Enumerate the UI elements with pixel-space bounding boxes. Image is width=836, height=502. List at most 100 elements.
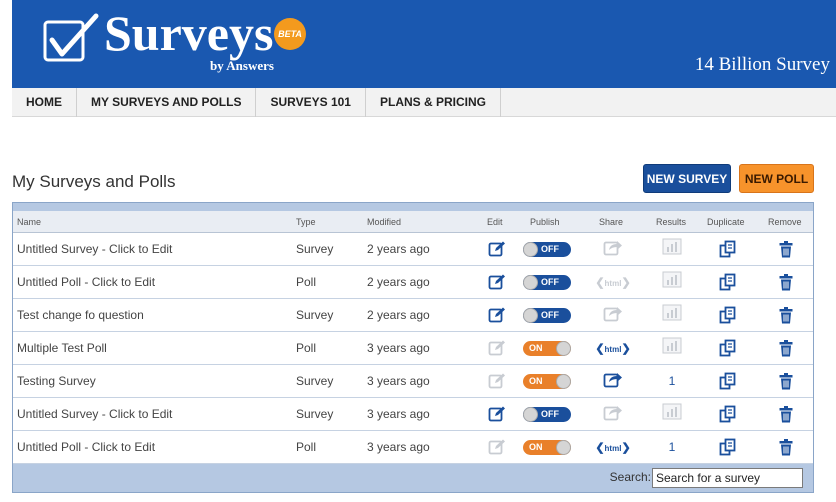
share-icon bbox=[603, 238, 623, 261]
embed-html-icon[interactable]: ❮html❯ bbox=[595, 441, 630, 454]
new-poll-button[interactable]: NEW POLL bbox=[739, 164, 814, 193]
survey-name[interactable]: Multiple Test Poll bbox=[17, 332, 107, 364]
survey-name[interactable]: Testing Survey bbox=[17, 365, 96, 397]
survey-name[interactable]: Untitled Survey - Click to Edit bbox=[17, 233, 172, 265]
col-remove: Remove bbox=[768, 217, 802, 227]
logo-byline: by Answers bbox=[210, 58, 274, 73]
publish-state: ON bbox=[529, 342, 543, 353]
surveys-logo[interactable]: Surveys BETA by Answers bbox=[42, 5, 312, 74]
edit-icon[interactable] bbox=[486, 233, 508, 265]
survey-name[interactable]: Untitled Poll - Click to Edit bbox=[17, 266, 155, 298]
share-icon[interactable] bbox=[603, 370, 623, 393]
trash-icon[interactable] bbox=[775, 299, 797, 331]
duplicate-icon[interactable] bbox=[717, 299, 739, 331]
duplicate-icon[interactable] bbox=[717, 233, 739, 265]
trash-icon[interactable] bbox=[775, 266, 797, 298]
nav-plans-pricing[interactable]: PLANS & PRICING bbox=[366, 88, 501, 117]
header-tagline: 14 Billion Survey bbox=[694, 54, 830, 75]
table-row: Untitled Poll - Click to Edit Poll 2 yea… bbox=[13, 266, 813, 299]
results-chart-icon bbox=[662, 271, 682, 293]
edit-icon[interactable] bbox=[486, 299, 508, 331]
publish-toggle[interactable]: OFF bbox=[523, 274, 571, 290]
duplicate-icon[interactable] bbox=[717, 365, 739, 397]
trash-icon[interactable] bbox=[775, 431, 797, 463]
search-input[interactable] bbox=[652, 468, 803, 488]
main-nav: HOME MY SURVEYS AND POLLS SURVEYS 101 PL… bbox=[12, 88, 836, 117]
publish-toggle[interactable]: ON bbox=[523, 340, 571, 356]
toggle-knob-icon bbox=[556, 340, 571, 356]
results-count[interactable]: 1 bbox=[669, 374, 676, 388]
survey-modified: 2 years ago bbox=[367, 275, 430, 289]
site-header: Surveys BETA by Answers 14 Billion Surve… bbox=[12, 0, 836, 88]
duplicate-icon[interactable] bbox=[717, 431, 739, 463]
edit-icon bbox=[486, 332, 508, 364]
publish-state: OFF bbox=[541, 408, 559, 419]
results-chart-icon bbox=[662, 403, 682, 425]
nav-home[interactable]: HOME bbox=[12, 88, 77, 117]
nav-my-surveys[interactable]: MY SURVEYS AND POLLS bbox=[77, 88, 257, 117]
duplicate-icon[interactable] bbox=[717, 398, 739, 430]
survey-modified: 2 years ago bbox=[367, 308, 430, 322]
edit-icon bbox=[486, 431, 508, 463]
trash-icon[interactable] bbox=[775, 233, 797, 265]
toggle-knob-icon bbox=[523, 274, 538, 290]
table-row: Multiple Test Poll Poll 3 years ago ON ❮… bbox=[13, 332, 813, 365]
edit-icon[interactable] bbox=[486, 266, 508, 298]
survey-type: Survey bbox=[296, 308, 334, 322]
duplicate-icon[interactable] bbox=[717, 332, 739, 364]
edit-icon[interactable] bbox=[486, 398, 508, 430]
table-header: Name Type Modified Edit Publish Share Re… bbox=[13, 211, 813, 233]
nav-surveys-101[interactable]: SURVEYS 101 bbox=[256, 88, 366, 117]
publish-state: OFF bbox=[541, 276, 559, 287]
trash-icon[interactable] bbox=[775, 332, 797, 364]
results-chart-icon bbox=[662, 337, 682, 359]
edit-icon bbox=[486, 365, 508, 397]
survey-type: Survey bbox=[296, 374, 334, 388]
toggle-knob-icon bbox=[523, 307, 538, 323]
search-label: Search: bbox=[609, 470, 651, 484]
publish-toggle[interactable]: OFF bbox=[523, 307, 571, 323]
toggle-knob-icon bbox=[523, 406, 538, 422]
col-edit: Edit bbox=[487, 217, 503, 227]
table-footer: Search: bbox=[13, 465, 813, 492]
col-results: Results bbox=[656, 217, 687, 227]
toggle-knob-icon bbox=[523, 241, 538, 257]
trash-icon[interactable] bbox=[775, 398, 797, 430]
publish-toggle[interactable]: ON bbox=[523, 439, 571, 455]
publish-toggle[interactable]: OFF bbox=[523, 406, 571, 422]
survey-type: Poll bbox=[296, 440, 317, 454]
logo-wordmark: Surveys bbox=[104, 5, 274, 61]
trash-icon[interactable] bbox=[775, 365, 797, 397]
col-type[interactable]: Type bbox=[296, 211, 316, 233]
table-body: Untitled Survey - Click to Edit Survey 2… bbox=[13, 233, 813, 464]
table-row: Untitled Survey - Click to Edit Survey 3… bbox=[13, 398, 813, 431]
embed-html-icon: ❮html❯ bbox=[595, 276, 631, 289]
col-publish: Publish bbox=[530, 217, 560, 227]
checkbox-logo-icon bbox=[43, 13, 99, 62]
share-icon bbox=[603, 304, 623, 327]
survey-modified: 2 years ago bbox=[367, 242, 430, 256]
embed-html-icon[interactable]: ❮html❯ bbox=[595, 342, 630, 355]
survey-name[interactable]: Untitled Poll - Click to Edit bbox=[17, 431, 155, 463]
survey-modified: 3 years ago bbox=[367, 407, 430, 421]
publish-state: ON bbox=[529, 441, 543, 452]
publish-state: ON bbox=[529, 375, 543, 386]
results-count[interactable]: 1 bbox=[669, 440, 676, 454]
survey-type: Survey bbox=[296, 242, 334, 256]
duplicate-icon[interactable] bbox=[717, 266, 739, 298]
table-row: Untitled Poll - Click to Edit Poll 3 yea… bbox=[13, 431, 813, 464]
page-title: My Surveys and Polls bbox=[12, 172, 176, 191]
survey-name[interactable]: Test change fo question bbox=[17, 299, 144, 331]
col-name[interactable]: Name bbox=[17, 211, 41, 233]
col-modified[interactable]: Modified bbox=[367, 211, 401, 233]
table-row: Testing Survey Survey 3 years ago ON 1 bbox=[13, 365, 813, 398]
publish-toggle[interactable]: OFF bbox=[523, 241, 571, 257]
publish-state: OFF bbox=[541, 243, 559, 254]
toggle-knob-icon bbox=[556, 439, 571, 455]
publish-toggle[interactable]: ON bbox=[523, 373, 571, 389]
results-chart-icon bbox=[662, 304, 682, 326]
new-survey-button[interactable]: NEW SURVEY bbox=[643, 164, 731, 193]
col-share: Share bbox=[599, 217, 624, 227]
survey-name[interactable]: Untitled Survey - Click to Edit bbox=[17, 398, 172, 430]
survey-modified: 3 years ago bbox=[367, 440, 430, 454]
